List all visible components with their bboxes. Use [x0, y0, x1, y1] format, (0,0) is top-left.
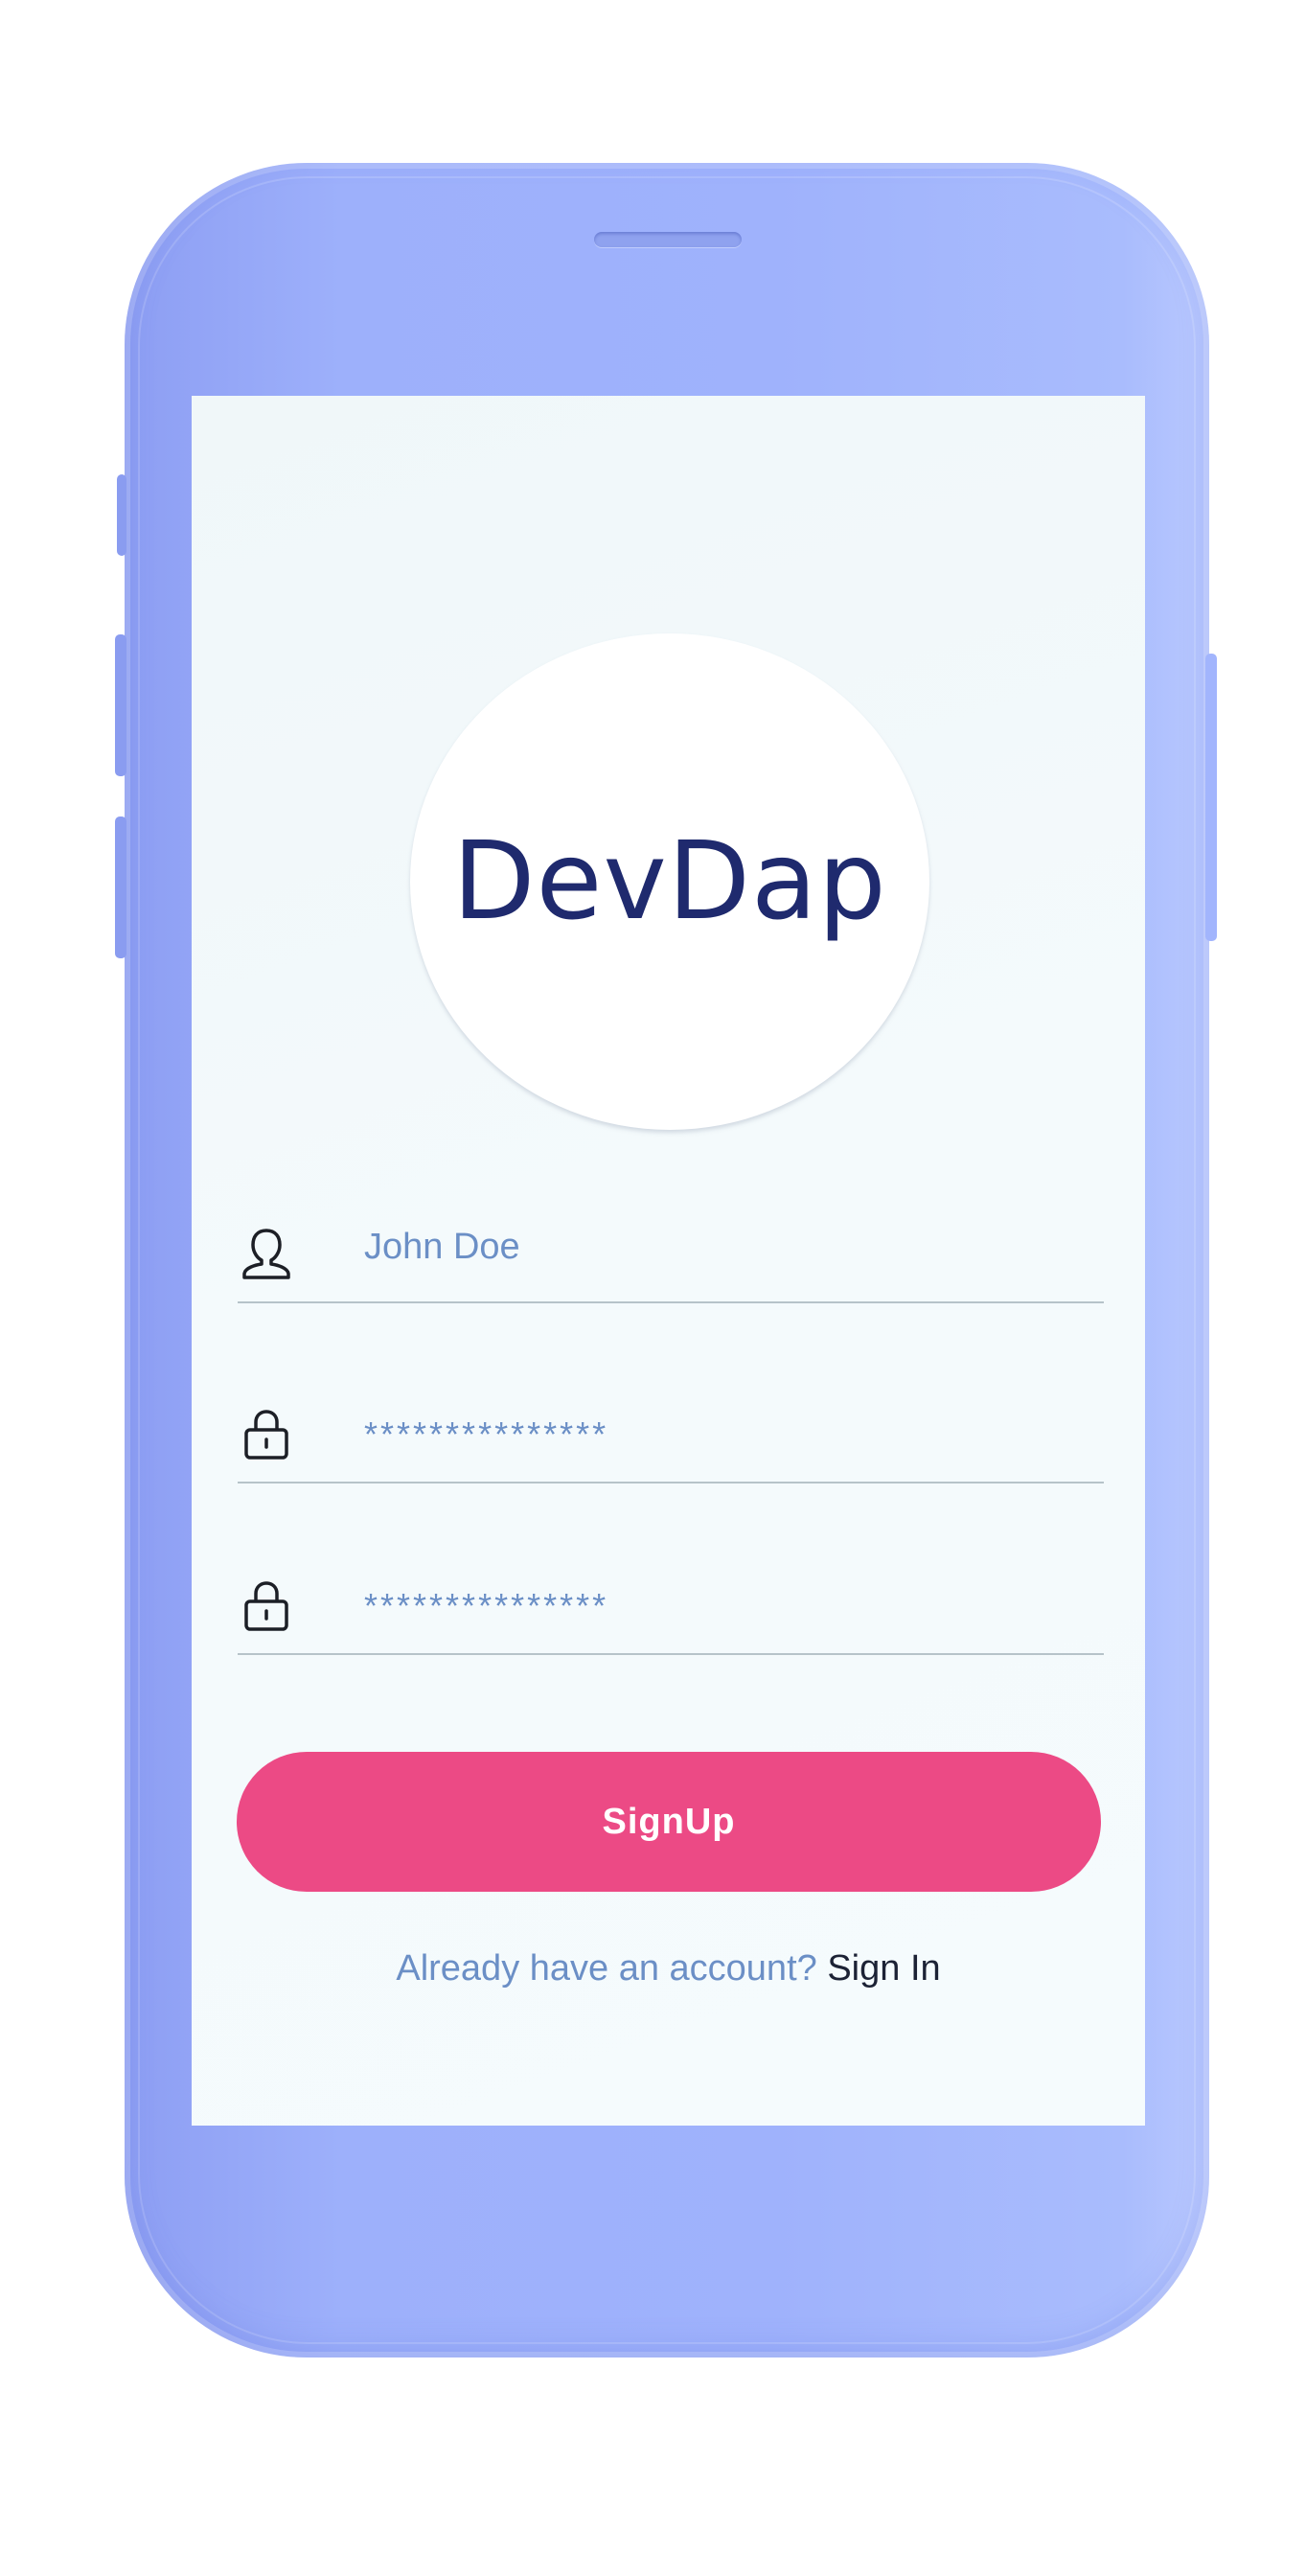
app-logo-text: DevDap	[452, 819, 887, 944]
lock-icon	[244, 1581, 288, 1631]
signin-link[interactable]: Sign In	[827, 1948, 940, 1989]
lock-icon	[244, 1410, 288, 1460]
signin-prompt-row: Already have an account? Sign In	[192, 1948, 1145, 1990]
logo-badge: DevDap	[410, 633, 929, 1130]
password-field[interactable]	[238, 1386, 1104, 1484]
volume-down-button	[115, 816, 126, 958]
signup-button[interactable]: SignUp	[237, 1752, 1101, 1892]
power-button	[1205, 654, 1217, 941]
phone-screen: DevDap SignUp Alrea	[192, 396, 1145, 2126]
user-icon	[242, 1229, 290, 1279]
mute-switch	[117, 474, 126, 556]
username-input[interactable]	[364, 1227, 1035, 1268]
scene: DevDap SignUp Alrea	[0, 0, 1306, 2576]
earpiece-speaker	[594, 232, 742, 247]
signin-prompt-text: Already have an account?	[396, 1948, 817, 1989]
confirm-password-field[interactable]	[238, 1557, 1104, 1655]
password-input[interactable]	[364, 1414, 1035, 1455]
confirm-password-input[interactable]	[364, 1586, 1035, 1626]
volume-up-button	[115, 634, 126, 776]
username-field[interactable]	[238, 1206, 1104, 1303]
